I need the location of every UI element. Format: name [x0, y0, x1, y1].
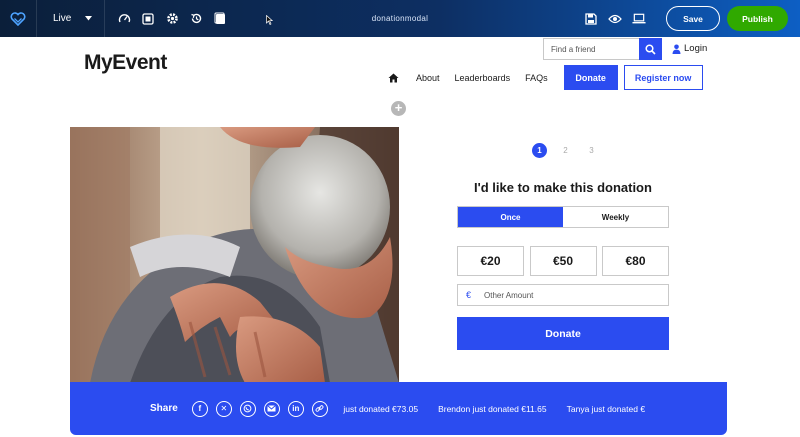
mouse-cursor-icon [266, 12, 274, 30]
user-icon [672, 44, 681, 54]
frequency-weekly-tab[interactable]: Weekly [563, 207, 668, 227]
environment-label: Live [53, 13, 72, 24]
amount-option-80[interactable]: €80 [602, 246, 669, 276]
step-indicator: 1 2 3 [532, 143, 599, 158]
save-disk-icon[interactable] [584, 12, 598, 26]
whatsapp-icon[interactable] [239, 400, 256, 417]
link-icon[interactable] [311, 400, 328, 417]
login-label: Login [684, 43, 708, 54]
app-logo-heart-icon[interactable] [0, 0, 37, 37]
email-icon[interactable] [263, 400, 280, 417]
nav-donate-button[interactable]: Donate [563, 65, 618, 90]
facebook-icon[interactable]: f [191, 400, 208, 417]
share-label: Share [150, 403, 178, 414]
publish-button[interactable]: Publish [727, 6, 788, 31]
search-input[interactable] [543, 38, 639, 60]
amount-options: €20 €50 €80 [457, 246, 669, 276]
home-icon[interactable] [388, 73, 402, 83]
page-name: donationmodal [371, 14, 429, 23]
ticker-item: Tina just donated €73.05 [342, 403, 419, 414]
ticker-item: Tanya just donated € [566, 403, 646, 414]
donation-title: I'd like to make this donation [474, 180, 652, 195]
add-section-button[interactable]: + [391, 101, 406, 116]
gear-icon[interactable] [165, 12, 179, 26]
layout-icon[interactable] [141, 12, 155, 26]
nav-link-faqs[interactable]: FAQs [525, 73, 548, 83]
share-icons: f ✕ in [191, 400, 328, 417]
currency-symbol: € [465, 290, 471, 300]
search-icon [645, 43, 656, 55]
other-amount-input[interactable] [479, 290, 664, 300]
donate-submit-button[interactable]: Donate [457, 317, 669, 350]
environment-select[interactable]: Live [37, 0, 106, 37]
laptop-icon[interactable] [632, 12, 646, 26]
share-bar: Share f ✕ in Tina just donated €73.05 Br… [70, 382, 727, 435]
nav-link-about[interactable]: About [416, 73, 440, 83]
amount-option-50[interactable]: €50 [529, 246, 597, 276]
x-icon[interactable]: ✕ [215, 400, 232, 417]
step-3[interactable]: 3 [584, 143, 599, 158]
step-2[interactable]: 2 [558, 143, 573, 158]
amount-option-20[interactable]: €20 [457, 246, 524, 276]
ticker-item: Brendon just donated €11.65 [438, 403, 547, 414]
chevron-down-icon [85, 16, 93, 21]
eye-icon[interactable] [608, 12, 622, 26]
frequency-toggle: Once Weekly [457, 206, 669, 228]
nav-link-leaderboards[interactable]: Leaderboards [455, 73, 511, 83]
pages-icon[interactable] [213, 12, 227, 26]
register-now-button[interactable]: Register now [623, 65, 703, 90]
friend-search [543, 38, 662, 60]
linkedin-icon[interactable]: in [287, 400, 304, 417]
donation-ticker: Tina just donated €73.05 Brendon just do… [342, 404, 656, 414]
history-icon[interactable] [189, 12, 203, 26]
login-link[interactable]: Login [672, 43, 707, 54]
save-button[interactable]: Save [666, 6, 720, 31]
hero-photo [70, 127, 399, 383]
frequency-once-tab[interactable]: Once [458, 207, 563, 227]
editor-toolbar: Live donationmodal Save Publish [0, 0, 800, 37]
step-1[interactable]: 1 [532, 143, 547, 158]
site-brand-logo[interactable]: MyEvent [84, 51, 167, 75]
main-navigation: About Leaderboards FAQs Donate Register … [388, 65, 703, 90]
search-button[interactable] [639, 38, 662, 60]
other-amount-field: € [457, 284, 669, 306]
speed-icon[interactable] [117, 12, 131, 26]
